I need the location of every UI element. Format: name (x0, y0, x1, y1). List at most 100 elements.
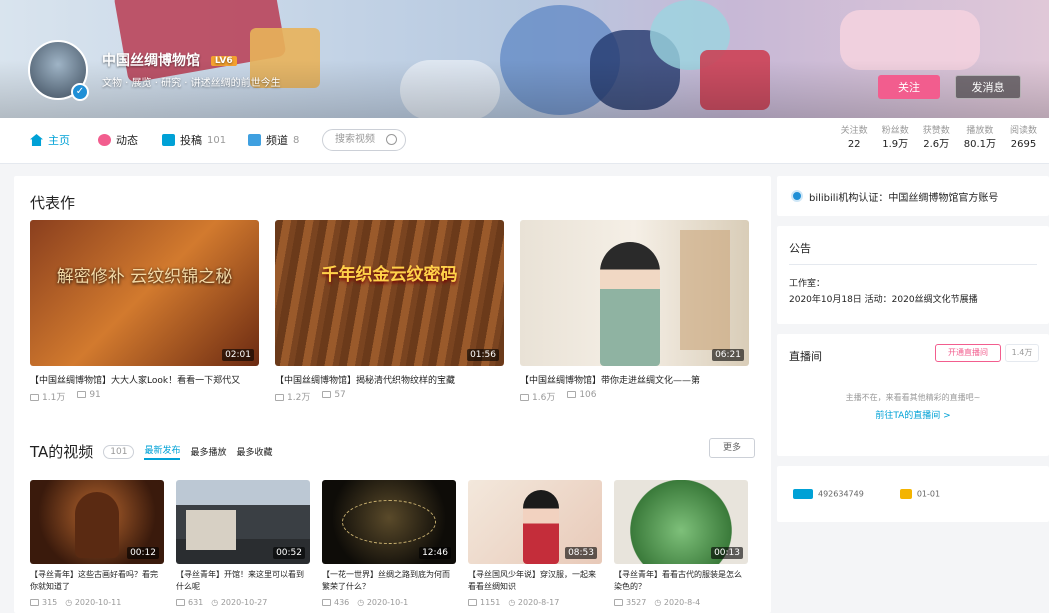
video-card[interactable]: 12:46 【一花一世界】丝绸之路到底为何而繁荣了什么？ 436 ◷ 2020-… (322, 480, 456, 607)
video-title[interactable]: 【寻丝国风少年说】穿汉服，一起来看看丝绸知识 (468, 569, 602, 593)
upload-date: ◷ 2020-8-4 (654, 598, 701, 607)
header-banner: ✓ 中国丝绸博物馆 LV6 文物 · 展览 · 研究 · 讲述丝绸的前世今生 关… (0, 0, 1049, 118)
live-count-button[interactable]: 1.4万 (1005, 344, 1039, 362)
stat-label: 获赞数 (922, 126, 950, 136)
video-card[interactable]: 00:52 【寻丝青年】开馆！来这里可以看到什么呢 631 ◷ 2020-10-… (176, 480, 310, 607)
upload-date-value: 2020-10-1 (366, 598, 409, 607)
video-thumbnail[interactable]: 00:52 (176, 480, 310, 564)
live-room-title: 直播间 (789, 350, 822, 363)
stat-following[interactable]: 关注数 22 (841, 124, 868, 152)
uid: 492634749 (793, 489, 864, 499)
search-input[interactable]: 搜索视频 (322, 129, 406, 151)
avatar[interactable]: ✓ (28, 40, 89, 101)
shelf-graphic (680, 230, 730, 350)
more-button[interactable]: 更多 (709, 438, 755, 458)
video-title[interactable]: 【寻丝青年】看看古代的服装是怎么染色的？ (614, 569, 748, 593)
video-thumbnail[interactable]: 12:46 (322, 480, 456, 564)
main-content: 代表作 解密修补 云纹织锦之秘 02:01 【中国丝绸博物馆】大大人家Look！… (14, 176, 771, 613)
tab-dynamic[interactable]: 动态 (98, 132, 138, 148)
tab-upload[interactable]: 投稿 101 (162, 132, 226, 148)
artifact-graphic (75, 492, 119, 558)
tab-channel-count: 8 (293, 134, 300, 146)
stat-value: 2695 (1010, 139, 1037, 150)
play-count: 315 (30, 598, 57, 607)
space-page: ✓ 中国丝绸博物馆 LV6 文物 · 展览 · 研究 · 讲述丝绸的前世今生 关… (0, 0, 1049, 613)
video-card[interactable]: 08:53 【寻丝国风少年说】穿汉服，一起来看看丝绸知识 1151 ◷ 2020… (468, 480, 602, 607)
comment-count-value: 91 (89, 390, 101, 400)
video-card[interactable]: 00:12 【寻丝青年】这些古画好看吗？看完你就知道了 315 ◷ 2020-1… (30, 480, 164, 607)
masterpiece-card[interactable]: 千年织金云纹密码 01:56 【中国丝绸博物馆】揭秘清代织物纹样的宝藏 1.2万… (275, 220, 504, 403)
presenter-figure (600, 242, 660, 366)
play-count-value: 1.6万 (532, 393, 556, 403)
tab-most-favorited[interactable]: 最多收藏 (236, 445, 272, 458)
upload-date-value: 2020-8-17 (517, 598, 560, 607)
video-duration: 08:53 (565, 547, 597, 559)
upload-date-value: 2020-10-27 (220, 598, 268, 607)
video-thumbnail[interactable]: 解密修补 云纹织锦之秘 02:01 (30, 220, 259, 366)
video-title[interactable]: 【中国丝绸博物馆】揭秘清代织物纹样的宝藏 (275, 373, 504, 386)
video-thumbnail[interactable]: 08:53 (468, 480, 602, 564)
masterpiece-card[interactable]: 06:21 【中国丝绸博物馆】带你走进丝绸文化——第 1.6万 106 (520, 220, 749, 403)
verify-card: bilibili机构认证：中国丝绸博物馆官方账号 (777, 176, 1049, 216)
tab-most-played[interactable]: 最多播放 (190, 445, 226, 458)
stat-label: 关注数 (840, 126, 868, 136)
stat-reads: 阅读数 2695 (1010, 124, 1037, 152)
play-icon (614, 599, 623, 606)
stat-fans[interactable]: 粉丝数 1.9万 (882, 124, 909, 152)
play-icon (468, 599, 477, 606)
video-duration: 02:01 (222, 349, 254, 361)
upload-date-value: 2020-8-4 (663, 598, 701, 607)
play-icon (30, 599, 39, 606)
uid-value: 492634749 (818, 489, 864, 499)
tab-home[interactable]: 主页 (30, 132, 70, 148)
presenter-figure (523, 490, 559, 564)
search-icon[interactable] (386, 134, 397, 145)
stat-value: 1.9万 (882, 139, 909, 150)
video-duration: 00:52 (273, 547, 305, 559)
upload-date: ◷ 2020-8-17 (508, 598, 560, 607)
message-button[interactable]: 发消息 (955, 75, 1021, 99)
masterpiece-card[interactable]: 解密修补 云纹织锦之秘 02:01 【中国丝绸博物馆】大大人家Look！看看一下… (30, 220, 259, 403)
video-duration: 12:46 (419, 547, 451, 559)
building-graphic (186, 510, 236, 550)
upload-date: ◷ 2020-10-27 (211, 598, 268, 607)
video-card[interactable]: 00:13 【寻丝青年】看看古代的服装是怎么染色的？ 3527 ◷ 2020-8… (614, 480, 748, 607)
videos-count: 101 (103, 444, 135, 459)
video-title[interactable]: 【一花一世界】丝绸之路到底为何而繁荣了什么？ (322, 569, 456, 593)
open-live-button[interactable]: 开通直播间 (935, 344, 1001, 362)
verified-icon (791, 190, 803, 202)
tab-channel-label: 频道 (266, 134, 288, 147)
stat-value: 80.1万 (963, 139, 996, 150)
comment-count: 91 (77, 390, 101, 403)
play-count: 3527 (614, 598, 646, 607)
video-title[interactable]: 【寻丝青年】这些古画好看吗？看完你就知道了 (30, 569, 164, 593)
video-thumbnail[interactable]: 06:21 (520, 220, 749, 366)
tab-dynamic-label: 动态 (116, 134, 138, 147)
play-count-value: 3527 (626, 598, 647, 607)
video-title[interactable]: 【寻丝青年】开馆！来这里可以看到什么呢 (176, 569, 310, 593)
search-placeholder: 搜索视频 (335, 134, 375, 145)
video-title[interactable]: 【中国丝绸博物馆】带你走进丝绸文化——第 (520, 373, 749, 386)
play-icon (176, 599, 185, 606)
home-icon (30, 134, 43, 146)
level-badge: LV6 (210, 56, 237, 66)
live-room-link[interactable]: 前往TA的直播间 > (789, 408, 1037, 421)
follow-button[interactable]: 关注 (878, 75, 940, 99)
tab-channel[interactable]: 频道 8 (248, 132, 299, 148)
live-empty-text: 主播不在，来看看其他精彩的直播吧~ (845, 393, 981, 402)
thumbnail-caption: 千年织金云纹密码 (321, 265, 458, 285)
tab-upload-count: 101 (207, 134, 227, 146)
comment-count: 57 (322, 390, 346, 403)
upload-date: ◷ 2020-10-1 (357, 598, 409, 607)
video-thumbnail[interactable]: 00:12 (30, 480, 164, 564)
tab-latest[interactable]: 最新发布 (144, 443, 181, 460)
video-thumbnail[interactable]: 00:13 (614, 480, 748, 564)
video-title[interactable]: 【中国丝绸博物馆】大大人家Look！看看一下郑代又 (30, 373, 259, 386)
comment-icon (567, 391, 577, 398)
comment-icon (77, 391, 87, 398)
play-count-value: 631 (188, 598, 204, 607)
username: 中国丝绸博物馆 LV6 (102, 50, 237, 70)
video-thumbnail[interactable]: 千年织金云纹密码 01:56 (275, 220, 504, 366)
video-duration: 06:21 (712, 349, 744, 361)
dynamic-icon (98, 134, 111, 146)
